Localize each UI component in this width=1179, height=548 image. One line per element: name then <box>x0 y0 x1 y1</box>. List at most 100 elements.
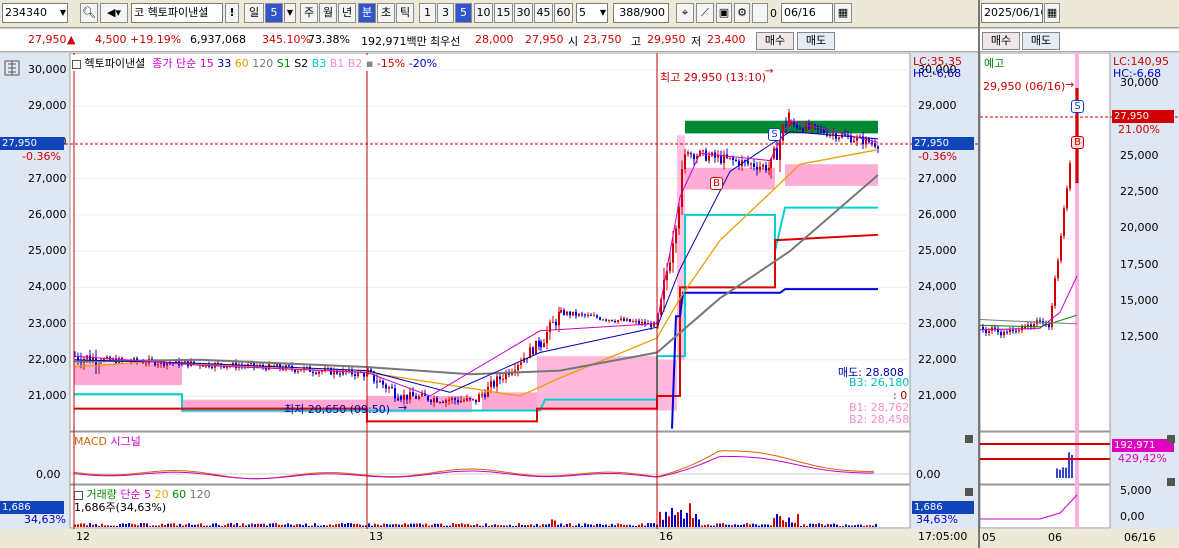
volume-bar <box>284 524 286 527</box>
interval-45[interactable]: 45 <box>534 3 553 23</box>
gear-icon[interactable]: ⚙ <box>734 3 750 23</box>
volume-bar <box>479 525 481 527</box>
candle-body <box>720 155 722 164</box>
sell-button[interactable]: 매도 <box>797 32 835 50</box>
alert-button[interactable]: ! <box>225 3 239 23</box>
period-year-button[interactable]: 년 <box>338 3 356 23</box>
volume-bar <box>224 525 226 527</box>
close-icon[interactable] <box>1167 478 1175 486</box>
best-bid: 27,950 <box>525 33 564 46</box>
volume-bar <box>773 518 775 527</box>
calendar-icon[interactable]: ▦ <box>1044 3 1060 23</box>
volume-bar <box>749 524 751 527</box>
buy-button[interactable]: 매수 <box>756 32 794 50</box>
trendline-icon[interactable]: ⟋ <box>696 3 714 23</box>
x-time-label: 17:05:00 <box>918 530 968 543</box>
volume-bar <box>179 523 181 527</box>
interval-60[interactable]: 60 <box>554 3 573 23</box>
volume: 6,937,068 <box>190 33 246 46</box>
period-day-button[interactable]: 일 <box>244 3 264 23</box>
volume-bar <box>686 512 688 527</box>
volume-bar <box>578 523 580 527</box>
checkbox[interactable] <box>752 3 768 23</box>
interval-30[interactable]: 30 <box>514 3 533 23</box>
candle-body <box>481 394 483 396</box>
speaker-icon[interactable]: ◀▾ <box>100 3 128 23</box>
candle-body <box>799 128 801 130</box>
period-day-count[interactable]: 5 <box>265 3 283 23</box>
interval-1[interactable]: 1 <box>419 3 436 23</box>
candle-body <box>388 387 390 389</box>
candle-body <box>496 376 498 387</box>
right-date-field[interactable]: 2025/06/16 <box>981 3 1043 23</box>
save-icon[interactable]: ▣ <box>716 3 732 23</box>
volume-bar <box>383 523 385 527</box>
legend-minus20: -20% <box>408 57 438 70</box>
volume-bar <box>788 517 790 527</box>
volume-bar <box>287 523 289 527</box>
calendar-icon[interactable]: ▦ <box>834 3 852 23</box>
volume-bar <box>194 524 196 527</box>
search-icon[interactable]: 🔍︎ <box>80 3 98 23</box>
right-sell-button[interactable]: 매도 <box>1022 32 1060 50</box>
chevron-down-icon[interactable]: ▼ <box>600 4 606 22</box>
candle-body <box>572 311 574 316</box>
right-buy-button[interactable]: 매수 <box>982 32 1020 50</box>
volume-bar <box>812 523 814 527</box>
price-tick-left: 29,000 <box>28 99 67 113</box>
volume-bar <box>707 524 709 527</box>
volume-bar <box>116 525 118 527</box>
close-icon[interactable] <box>965 435 973 443</box>
current-pct-left: -0.36% <box>22 150 61 163</box>
candle-body <box>532 347 534 355</box>
volume-bar <box>104 525 106 527</box>
volume-bar <box>218 525 220 527</box>
interval-3[interactable]: 3 <box>437 3 454 23</box>
volume-bar <box>530 524 532 527</box>
interval-5[interactable]: 5 <box>455 3 472 23</box>
period-minute-button[interactable]: 분 <box>358 3 376 23</box>
interval-15[interactable]: 15 <box>494 3 513 23</box>
volume-bar <box>641 523 643 527</box>
main-chart[interactable] <box>0 53 978 548</box>
close-icon[interactable] <box>1167 435 1175 443</box>
crosshair-icon[interactable]: ⌖ <box>676 3 694 23</box>
interval-input[interactable]: 5 ▼ <box>576 3 608 23</box>
volume-bar <box>350 523 352 527</box>
chevron-down-icon[interactable]: ▼ <box>284 3 296 23</box>
candle-body <box>611 319 613 322</box>
volume-bar <box>320 525 322 527</box>
volume-bar <box>701 525 703 527</box>
volume-bar <box>140 523 142 527</box>
volume-bar <box>473 525 475 527</box>
date-input[interactable]: 06/16 <box>781 3 833 23</box>
volume-bar <box>83 523 85 527</box>
candle-body <box>421 393 423 397</box>
volume-bar <box>863 525 865 527</box>
close-icon[interactable] <box>965 488 973 496</box>
legend-ma60: 60 <box>234 57 249 70</box>
candle-body <box>669 262 671 272</box>
price-tick-left: 24,000 <box>28 280 67 294</box>
volume-bar <box>743 524 745 527</box>
stock-code-field[interactable]: 234340 ▼ <box>2 3 68 23</box>
candle-body <box>702 150 704 152</box>
period-month-button[interactable]: 월 <box>319 3 337 23</box>
interval-10[interactable]: 10 <box>474 3 493 23</box>
volume-bar <box>545 524 547 527</box>
candle-body <box>708 155 710 161</box>
legend-toggle-icon[interactable] <box>72 59 81 69</box>
chevron-down-icon[interactable]: ▼ <box>60 4 66 22</box>
right-quote-bar: 매수 매도 <box>980 29 1179 52</box>
period-second-button[interactable]: 초 <box>377 3 395 23</box>
stock-name-field[interactable]: 코 헥토파이낸셜 <box>131 3 223 23</box>
quote-bar: 27,950 ▲ 4,500 +19.19% 6,937,068 345.10%… <box>0 29 978 52</box>
period-tick-button[interactable]: 틱 <box>396 3 414 23</box>
candle-body <box>394 388 396 399</box>
candle-body <box>442 402 444 404</box>
period-week-button[interactable]: 주 <box>300 3 318 23</box>
candle-body <box>297 370 299 372</box>
volume-bar <box>827 523 829 527</box>
volume-bar <box>344 524 346 527</box>
candle-body <box>555 321 557 326</box>
